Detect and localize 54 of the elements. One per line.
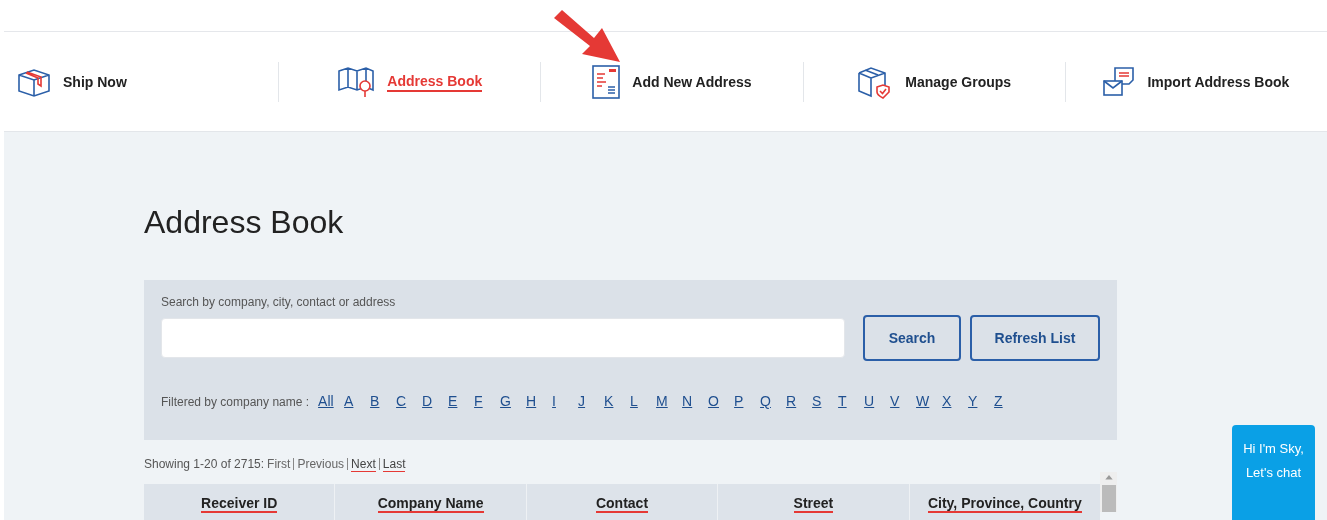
letter-link[interactable]: G — [500, 391, 527, 412]
letter-link[interactable]: N — [682, 391, 709, 412]
letter-link[interactable]: U — [864, 391, 891, 412]
letter-link[interactable]: B — [370, 391, 397, 412]
nav-tab[interactable]: Ship Now — [17, 65, 127, 98]
form-document-icon — [592, 64, 621, 99]
letter-link[interactable]: X — [942, 391, 969, 412]
letter-link[interactable]: D — [422, 391, 449, 412]
nav-tab[interactable]: Add New Address — [592, 64, 752, 99]
letter-link[interactable]: T — [838, 391, 865, 412]
letter-link[interactable]: M — [656, 391, 683, 412]
search-button[interactable]: Search — [863, 315, 961, 361]
letter-link[interactable]: L — [630, 391, 657, 412]
nav-tab[interactable]: Address Book — [337, 65, 483, 98]
search-field[interactable] — [161, 318, 845, 358]
pager-link[interactable]: Last — [382, 456, 406, 472]
letter-link[interactable]: F — [474, 391, 501, 412]
filter-label: Filtered by company name : — [161, 393, 310, 411]
letter-link[interactable]: All — [318, 391, 345, 412]
letter-link[interactable]: E — [448, 391, 475, 412]
column-header[interactable]: City, Province, Country — [927, 495, 1082, 513]
letter-link[interactable]: J — [578, 391, 605, 412]
page-title: Address Book — [144, 203, 345, 242]
results-summary: Showing 1-20 of 2715: — [144, 456, 265, 473]
letter-link[interactable]: P — [734, 391, 761, 412]
pager-link[interactable]: Next — [351, 456, 376, 472]
nav-tab[interactable]: Import Address Book — [1103, 66, 1290, 97]
letter-link[interactable]: S — [812, 391, 839, 412]
letter-link[interactable]: W — [916, 391, 943, 412]
pager-link[interactable]: First — [267, 457, 291, 471]
refresh-button[interactable]: Refresh List — [970, 315, 1100, 361]
letter-link[interactable]: V — [890, 391, 917, 412]
letter-link[interactable]: I — [552, 391, 579, 412]
letter-link[interactable]: R — [786, 391, 813, 412]
letter-link[interactable]: Z — [994, 391, 1021, 412]
pager-link[interactable]: Previous — [297, 457, 345, 471]
letter-link[interactable]: C — [396, 391, 423, 412]
letter-link[interactable]: O — [708, 391, 735, 412]
map-search-icon — [337, 65, 376, 98]
letter-link[interactable]: Y — [968, 391, 995, 412]
column-header[interactable]: Company Name — [377, 495, 484, 513]
letter-link[interactable]: K — [604, 391, 631, 412]
column-header[interactable]: Contact — [595, 495, 649, 513]
scroll-up-icon[interactable] — [1104, 474, 1113, 480]
scrollbar[interactable] — [1100, 472, 1117, 512]
letter-link[interactable]: Q — [760, 391, 787, 412]
letter-link[interactable]: H — [526, 391, 553, 412]
column-header[interactable]: Receiver ID — [201, 495, 278, 513]
search-label: Search by company, city, contact or address — [161, 294, 397, 311]
letter-link[interactable]: A — [344, 391, 371, 412]
scroll-thumb[interactable] — [1101, 484, 1116, 512]
nav-tab[interactable]: Manage Groups — [857, 64, 1012, 99]
column-header[interactable]: Street — [793, 495, 834, 513]
envelope-document-icon — [1103, 66, 1136, 97]
